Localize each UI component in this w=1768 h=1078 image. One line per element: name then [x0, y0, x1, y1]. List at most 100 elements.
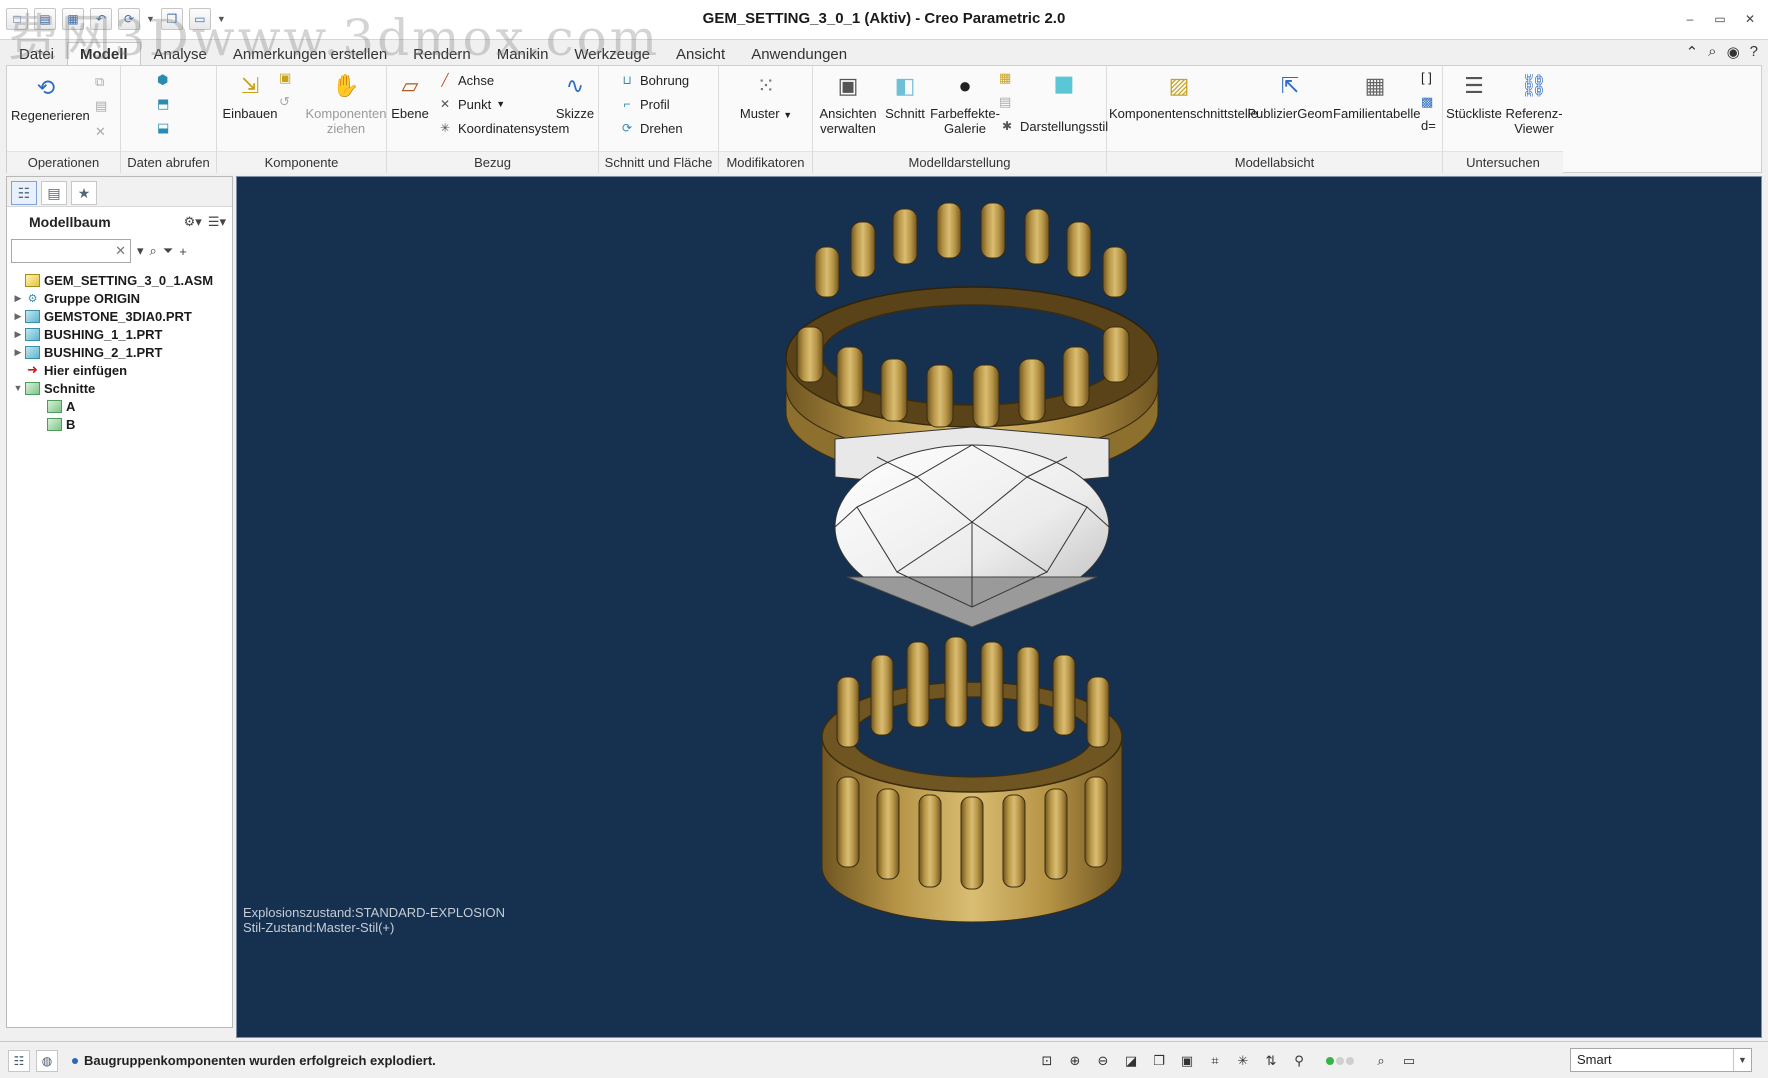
group-label-schnitt-und-flaeche[interactable]: Schnitt und Fläche: [599, 151, 718, 173]
tree-item-schnitte[interactable]: ▼ Schnitte: [7, 379, 232, 397]
folder-icon[interactable]: ▭: [188, 8, 211, 30]
ansichten-verwalten-button[interactable]: ▣ Ansichten verwalten: [815, 68, 881, 136]
tab-manikin[interactable]: Manikin: [484, 42, 562, 66]
group-label-untersuchen[interactable]: Untersuchen: [1443, 151, 1563, 173]
profil-button[interactable]: ⌐ Profil: [619, 96, 669, 112]
tab-analyse[interactable]: Analyse: [141, 42, 220, 66]
close-icon[interactable]: ✕: [1740, 10, 1760, 28]
find-icon[interactable]: ⌕: [1370, 1050, 1392, 1072]
dimension-switch-icon[interactable]: d=: [1421, 118, 1436, 133]
group-label-bezug[interactable]: Bezug: [387, 151, 598, 173]
einbauen-button[interactable]: ⇲ Einbauen: [219, 68, 281, 121]
drehen-button[interactable]: ⟳ Drehen: [619, 120, 683, 136]
collapse-ribbon-icon[interactable]: ⌃: [1686, 43, 1699, 61]
qat-customize-icon[interactable]: ▼: [217, 14, 226, 24]
muster-button[interactable]: ⁙ Muster ▼: [729, 68, 803, 123]
copy-geometry-icon[interactable]: ⬢: [157, 72, 168, 88]
layer-icon[interactable]: ▤: [999, 94, 1011, 110]
copy-icon[interactable]: ⧉: [95, 74, 104, 90]
expand-icon[interactable]: ▶: [11, 347, 25, 358]
tab-anwendungen[interactable]: Anwendungen: [738, 42, 860, 66]
tree-item-gemstone[interactable]: ▶ GEMSTONE_3DIA0.PRT: [7, 307, 232, 325]
achse-button[interactable]: ╱ Achse: [437, 72, 494, 88]
named-views-icon[interactable]: ⌗: [1204, 1050, 1226, 1072]
tree-item-group-origin[interactable]: ▶ ⚙ Gruppe ORIGIN: [7, 289, 232, 307]
undo-icon[interactable]: ↶: [90, 8, 112, 30]
filter-icon[interactable]: ⏷: [163, 243, 173, 259]
tab-rendern[interactable]: Rendern: [400, 42, 484, 66]
group-label-modellabsicht[interactable]: Modellabsicht: [1107, 151, 1442, 173]
tree-item-section-a[interactable]: A: [7, 397, 232, 415]
collapse-icon[interactable]: ▼: [11, 383, 25, 393]
display-style-small-icon[interactable]: ▦: [999, 70, 1011, 86]
tree-search-input[interactable]: ✕: [11, 239, 131, 263]
repaint-icon[interactable]: ◪: [1120, 1050, 1142, 1072]
regenerieren-button[interactable]: ⟲ Regenerieren: [11, 70, 90, 123]
komponentenschnittstelle-button[interactable]: ▨ Komponentenschnittstelle: [1109, 68, 1258, 121]
browser-toggle-icon[interactable]: ◍: [36, 1050, 58, 1072]
folder-browser-tab-icon[interactable]: ▤: [41, 181, 67, 205]
filter-dropdown-icon[interactable]: ▼: [1733, 1049, 1751, 1071]
favorites-tab-icon[interactable]: ★: [71, 181, 97, 205]
skizze-button[interactable]: ∿ Skizze: [553, 68, 597, 121]
repeat-icon[interactable]: ↺: [279, 94, 290, 110]
koordinatensystem-button[interactable]: ✳ Koordinatensystem: [437, 120, 569, 136]
datum-display-icon[interactable]: ✳: [1232, 1050, 1254, 1072]
save-icon[interactable]: ▦: [62, 8, 84, 30]
annotation-display-icon[interactable]: ⚲: [1288, 1050, 1310, 1072]
group-label-daten-abrufen[interactable]: Daten abrufen: [121, 151, 216, 173]
regenerate-small-icon[interactable]: ⟳: [118, 8, 140, 30]
komponenten-ziehen-button[interactable]: ✋ Komponenten ziehen: [305, 68, 387, 136]
shrinkwrap-icon[interactable]: ⬒: [157, 96, 169, 112]
crown-bushing-bottom[interactable]: [821, 636, 1123, 923]
help-icon[interactable]: ?: [1750, 43, 1758, 61]
tab-anmerkungen[interactable]: Anmerkungen erstellen: [220, 42, 400, 66]
tab-werkzeuge[interactable]: Werkzeuge: [561, 42, 663, 66]
muster-dropdown-icon[interactable]: ▼: [783, 110, 792, 120]
search-icon[interactable]: ⌕: [1708, 43, 1716, 61]
zoom-out-icon[interactable]: ⊖: [1092, 1050, 1114, 1072]
add-icon[interactable]: +: [179, 244, 187, 259]
clear-search-icon[interactable]: ✕: [115, 243, 126, 259]
display-style-status-icon[interactable]: ▣: [1176, 1050, 1198, 1072]
group-label-komponente[interactable]: Komponente: [217, 151, 386, 173]
tree-columns-icon[interactable]: ☰▾: [208, 214, 226, 230]
referenz-viewer-button[interactable]: ⛓ Referenz- Viewer: [1505, 68, 1563, 136]
tree-item-bushing-1[interactable]: ▶ BUSHING_1_1.PRT: [7, 325, 232, 343]
relations-icon[interactable]: [ ]: [1421, 70, 1432, 85]
saved-orientations-icon[interactable]: ❐: [1148, 1050, 1170, 1072]
delete-icon[interactable]: ✕: [95, 124, 106, 140]
create-component-icon[interactable]: ▣: [279, 70, 291, 86]
open-file-icon[interactable]: ▤: [34, 8, 56, 30]
group-label-modelldarstellung[interactable]: Modelldarstellung: [813, 151, 1106, 173]
bohrung-button[interactable]: ⊔ Bohrung: [619, 72, 689, 88]
familientabelle-button[interactable]: ▦ Familientabelle: [1333, 68, 1420, 121]
punkt-button[interactable]: ✕ Punkt ▼: [437, 96, 505, 112]
find-binoculars-icon[interactable]: ⌕: [150, 243, 157, 259]
punkt-dropdown-icon[interactable]: ▼: [496, 99, 505, 109]
merge-icon[interactable]: ⬓: [157, 120, 169, 136]
spin-center-icon[interactable]: ⇅: [1260, 1050, 1282, 1072]
window-switch-icon[interactable]: ❐: [160, 8, 183, 30]
tree-settings-icon[interactable]: ⚙▾: [184, 214, 202, 230]
graphics-viewport[interactable]: Explosionszustand:STANDARD-EXPLOSION Sti…: [236, 176, 1762, 1038]
group-label-modifikatoren[interactable]: Modifikatoren: [719, 151, 812, 173]
zoom-in-icon[interactable]: ⊕: [1064, 1050, 1086, 1072]
darstellungsstil-button[interactable]: ✱ Darstellungsstil: [999, 118, 1108, 134]
tab-datei[interactable]: Datei: [6, 42, 67, 66]
expand-icon[interactable]: ▶: [11, 329, 25, 340]
expand-icon[interactable]: ▶: [11, 293, 25, 304]
navigator-toggle-icon[interactable]: ☷: [8, 1050, 30, 1072]
group-label-operationen[interactable]: Operationen: [7, 151, 120, 173]
publiziergeom-button[interactable]: ⇱ PublizierGeom: [1247, 68, 1333, 121]
tree-item-insert-here[interactable]: ➜ Hier einfügen: [7, 361, 232, 379]
minimize-icon[interactable]: –: [1680, 10, 1700, 28]
selected-items-icon[interactable]: ▭: [1398, 1050, 1420, 1072]
paste-icon[interactable]: ▤: [95, 98, 107, 114]
tree-item-bushing-2[interactable]: ▶ BUSHING_2_1.PRT: [7, 343, 232, 361]
farbeffekte-galerie-button[interactable]: ● Farbeffekte- Galerie: [929, 68, 1001, 136]
new-file-icon[interactable]: □: [6, 8, 28, 30]
expand-icon[interactable]: ▶: [11, 311, 25, 322]
gemstone[interactable]: [834, 426, 1110, 628]
selection-filter-select[interactable]: Smart ▼: [1570, 1048, 1752, 1072]
